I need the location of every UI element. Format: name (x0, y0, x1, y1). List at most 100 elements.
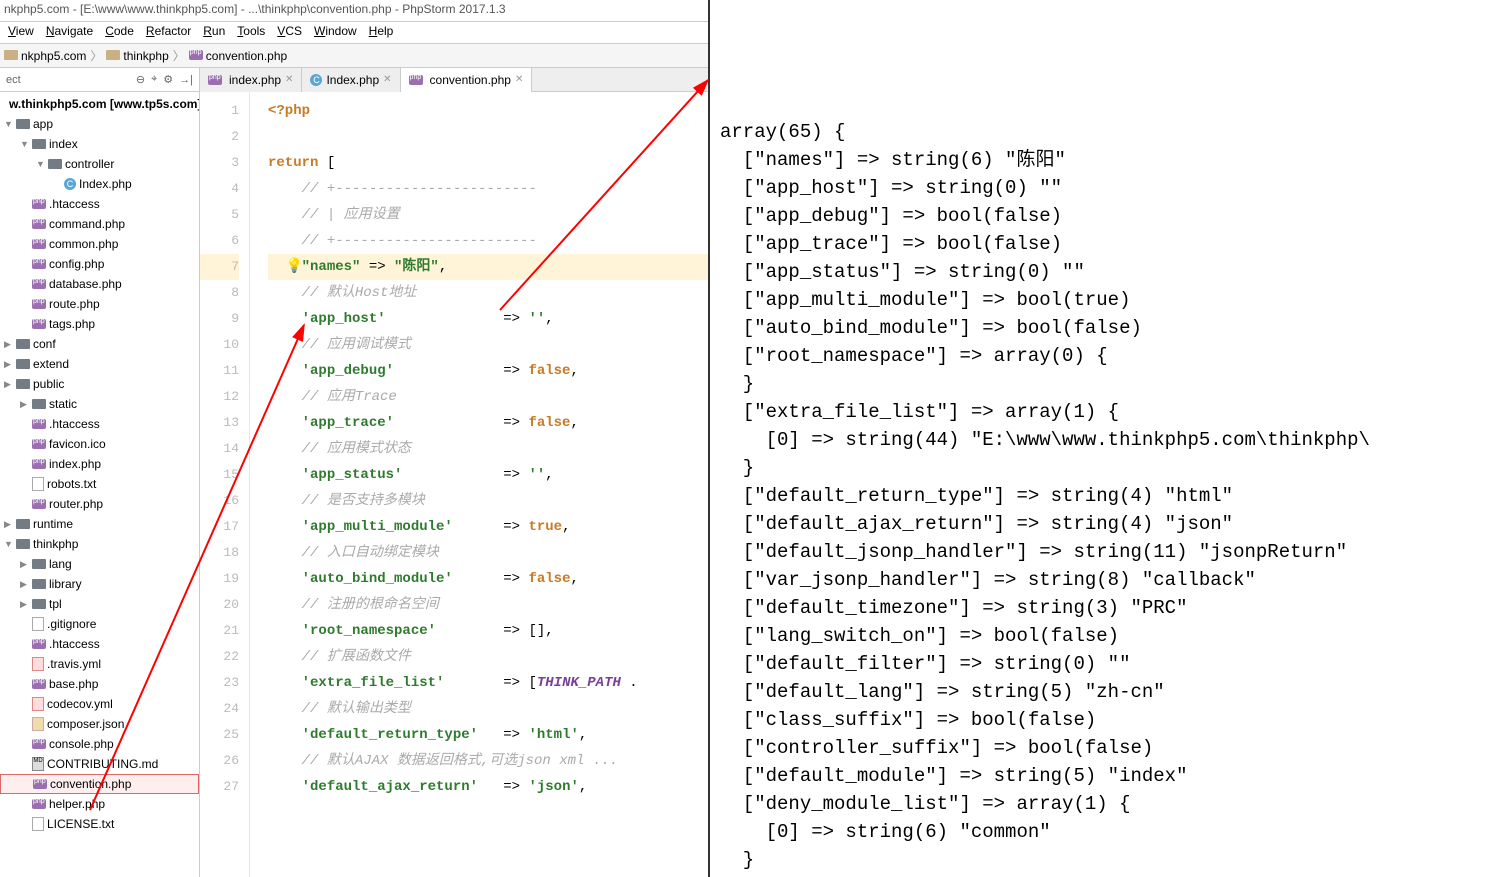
code-line[interactable]: return [ (268, 155, 335, 171)
tree-item[interactable]: w.thinkphp5.com [www.tp5s.com] (0, 94, 199, 114)
code-line[interactable]: // | 应用设置 (268, 207, 400, 223)
code-line[interactable]: // 应用模式状态 (268, 441, 411, 457)
tree-item[interactable]: ▶library (0, 574, 199, 594)
tree-item[interactable]: router.php (0, 494, 199, 514)
collapse-icon[interactable]: ⊖ (136, 73, 145, 86)
tree-item[interactable]: robots.txt (0, 474, 199, 494)
close-icon[interactable]: ✕ (383, 74, 391, 85)
tree-item[interactable]: favicon.ico (0, 434, 199, 454)
close-icon[interactable]: ✕ (285, 74, 293, 85)
menu-tools[interactable]: Tools (233, 24, 269, 41)
code-line[interactable]: 'app_debug' => false, (268, 363, 579, 379)
tree-twisty-icon[interactable]: ▶ (20, 559, 30, 570)
menu-view[interactable]: View (4, 24, 38, 41)
code-line[interactable]: 'default_return_type' => 'html', (268, 727, 587, 743)
menu-vcs[interactable]: VCS (273, 24, 306, 41)
code-line[interactable]: 'auto_bind_module' => false, (268, 571, 579, 587)
code-line[interactable]: 'default_ajax_return' => 'json', (268, 779, 587, 795)
code-line[interactable]: 'root_namespace' => [], (268, 623, 554, 639)
tree-item[interactable]: .gitignore (0, 614, 199, 634)
tree-item[interactable]: command.php (0, 214, 199, 234)
menu-navigate[interactable]: Navigate (42, 24, 97, 41)
menu-code[interactable]: Code (101, 24, 138, 41)
crumb-item[interactable]: nkphp5.com (4, 49, 86, 63)
hide-icon[interactable]: →| (179, 74, 193, 86)
tree-item[interactable]: ▶extend (0, 354, 199, 374)
tree-item[interactable]: index.php (0, 454, 199, 474)
tree-item[interactable]: helper.php (0, 794, 199, 814)
code-line[interactable]: // 是否支持多模块 (268, 493, 425, 509)
tree-item[interactable]: ▶static (0, 394, 199, 414)
tree-item[interactable]: ▼thinkphp (0, 534, 199, 554)
tree-item[interactable]: ▼app (0, 114, 199, 134)
menu-run[interactable]: Run (199, 24, 229, 41)
tree-item[interactable]: config.php (0, 254, 199, 274)
tree-item[interactable]: MDCONTRIBUTING.md (0, 754, 199, 774)
tree-twisty-icon[interactable]: ▶ (20, 599, 30, 610)
code-line[interactable]: // 应用调试模式 (268, 337, 411, 353)
tree-item[interactable]: LICENSE.txt (0, 814, 199, 834)
code-line[interactable]: // +------------------------ (268, 181, 537, 197)
tree-item[interactable]: composer.json (0, 714, 199, 734)
code-line[interactable]: 💡"names" => "陈阳", (268, 259, 447, 275)
tree-twisty-icon[interactable]: ▶ (4, 519, 14, 530)
code-line[interactable] (268, 129, 276, 145)
code-line[interactable]: // 应用Trace (268, 389, 397, 405)
tree-twisty-icon[interactable]: ▶ (4, 379, 14, 390)
project-tree[interactable]: w.thinkphp5.com [www.tp5s.com]▼app▼index… (0, 92, 199, 877)
tree-item[interactable]: ▶conf (0, 334, 199, 354)
close-icon[interactable]: ✕ (515, 74, 523, 85)
menu-help[interactable]: Help (365, 24, 398, 41)
tree-twisty-icon[interactable]: ▶ (4, 359, 14, 370)
code-line[interactable]: // +------------------------ (268, 233, 537, 249)
editor-tab[interactable]: CIndex.php✕ (302, 68, 400, 92)
tree-item[interactable]: ▶tpl (0, 594, 199, 614)
tree-item[interactable]: ▶public (0, 374, 199, 394)
code-line[interactable]: // 默认输出类型 (268, 701, 411, 717)
code-line[interactable]: 'app_trace' => false, (268, 415, 579, 431)
tree-item[interactable]: database.php (0, 274, 199, 294)
tree-item[interactable]: route.php (0, 294, 199, 314)
code-area[interactable]: 1234567891011121314151617181920212223242… (200, 92, 708, 877)
tree-item[interactable]: codecov.yml (0, 694, 199, 714)
tree-item[interactable]: ▼index (0, 134, 199, 154)
tree-twisty-icon[interactable]: ▶ (4, 339, 14, 350)
tree-twisty-icon[interactable]: ▶ (20, 399, 30, 410)
tree-item[interactable]: .htaccess (0, 634, 199, 654)
code-line[interactable]: // 扩展函数文件 (268, 649, 411, 665)
menu-window[interactable]: Window (310, 24, 361, 41)
tree-item[interactable]: convention.php (0, 774, 199, 794)
tree-item[interactable]: ▶lang (0, 554, 199, 574)
tree-item[interactable]: CIndex.php (0, 174, 199, 194)
tree-item[interactable]: ▼controller (0, 154, 199, 174)
tree-item[interactable]: console.php (0, 734, 199, 754)
tree-twisty-icon[interactable]: ▼ (4, 539, 14, 549)
target-icon[interactable]: ⌖ (151, 73, 157, 86)
code-line[interactable]: // 默认Host地址 (268, 285, 416, 301)
tree-item[interactable]: base.php (0, 674, 199, 694)
tree-item[interactable]: .htaccess (0, 414, 199, 434)
tree-twisty-icon[interactable]: ▼ (4, 119, 14, 129)
code-line[interactable]: 'app_multi_module' => true, (268, 519, 570, 535)
code-line[interactable]: // 默认AJAX 数据返回格式,可选json xml ... (268, 753, 618, 769)
tree-item[interactable]: .htaccess (0, 194, 199, 214)
gear-icon[interactable]: ⚙ (163, 73, 173, 86)
crumb-item[interactable]: convention.php (189, 49, 287, 63)
code-line[interactable]: 'app_status' => '', (268, 467, 554, 483)
code-line[interactable]: <?php (268, 103, 310, 119)
code[interactable]: <?php return [ // +---------------------… (250, 92, 708, 877)
tree-item[interactable]: tags.php (0, 314, 199, 334)
tree-twisty-icon[interactable]: ▼ (20, 139, 30, 149)
code-line[interactable]: // 入口自动绑定模块 (268, 545, 439, 561)
tree-item[interactable]: common.php (0, 234, 199, 254)
code-line[interactable]: // 注册的根命名空间 (268, 597, 439, 613)
code-line[interactable]: 'extra_file_list' => [THINK_PATH . (268, 675, 638, 691)
tree-item[interactable]: ▶runtime (0, 514, 199, 534)
editor-tab[interactable]: index.php✕ (200, 68, 302, 92)
menu-refactor[interactable]: Refactor (142, 24, 195, 41)
tree-twisty-icon[interactable]: ▼ (36, 159, 46, 169)
crumb-item[interactable]: thinkphp (106, 49, 168, 63)
code-line[interactable]: 'app_host' => '', (268, 311, 554, 327)
tree-twisty-icon[interactable]: ▶ (20, 579, 30, 590)
tree-item[interactable]: .travis.yml (0, 654, 199, 674)
